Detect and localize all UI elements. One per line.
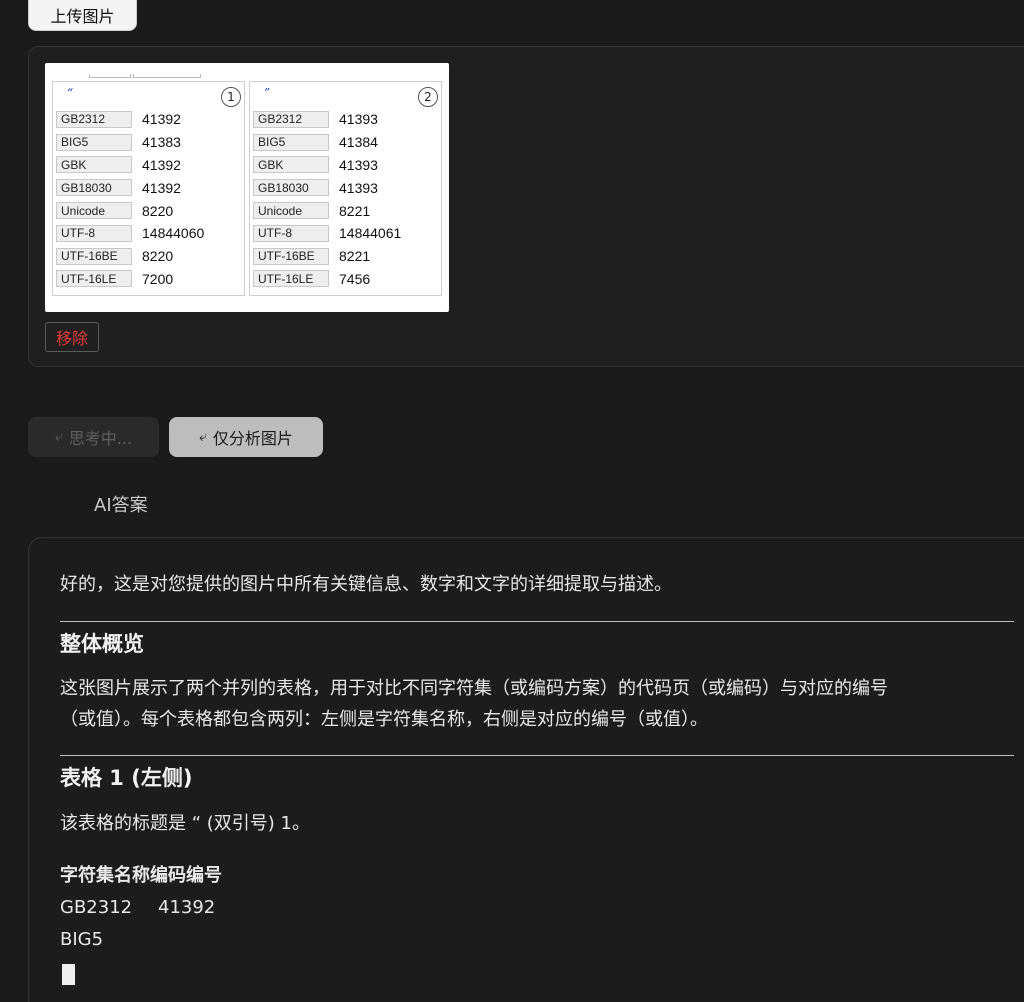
charset-value: 41392 (142, 179, 181, 196)
charset-value: 7456 (339, 270, 371, 287)
divider (60, 755, 1014, 756)
charset-value: 8221 (339, 248, 371, 265)
overview-line-2: （或值）。每个表格都包含两列：左侧是字符集名称，右侧是对应的编号（或值）。 (60, 709, 708, 730)
charset-value: 7200 (142, 270, 174, 287)
charset-value: 8220 (142, 202, 174, 219)
charset-name: UTF-16LE (253, 270, 329, 288)
charset-name: GBK (56, 156, 132, 174)
column-heading: 字符集名称编码编号 (60, 865, 222, 886)
image-preview-panel: “ 1 GB2312 41392 BIG5 41383 GBK 41392 GB180… (28, 46, 1024, 367)
table-row: UTF-16LE 7200 (53, 268, 244, 291)
spinner-icon: ⤶ (54, 429, 63, 445)
table-row: GB2312 41393 (250, 108, 441, 131)
table-row: GB2312 41392 (53, 108, 244, 131)
charset-name: GB2312 (253, 110, 329, 128)
table-row: GBK 41392 (53, 154, 244, 177)
table-row: UTF-8 14844060 (53, 222, 244, 245)
encoding-table-2: ” 2 GB2312 41393 BIG5 41384 GBK 41393 GB180… (249, 81, 442, 296)
typing-cursor (62, 964, 75, 985)
table-char: ” (264, 86, 271, 100)
table1-heading: 表格 1 (左侧) (60, 766, 193, 790)
table-row: Unicode 8221 (250, 199, 441, 222)
charset-name: BIG5 (56, 133, 132, 151)
charset-name: UTF-16BE (56, 247, 132, 265)
row-1-value: 41392 (158, 897, 216, 918)
table-row: GBK 41393 (250, 154, 441, 177)
charset-name: GB2312 (56, 110, 132, 128)
answer-intro: 好的，这是对您提供的图片中所有关键信息、数字和文字的详细提取与描述。 (60, 574, 672, 595)
charset-name: Unicode (56, 202, 132, 220)
table-row: BIG5 41384 (250, 131, 441, 154)
charset-name: BIG5 (253, 133, 329, 151)
charset-name: UTF-8 (253, 224, 329, 242)
divider (60, 621, 1014, 622)
overview-line-1: 这张图片展示了两个并列的表格，用于对比不同字符集（或编码方案）的代码页（或编码）… (60, 678, 888, 699)
charset-name: Unicode (253, 202, 329, 220)
table-row: UTF-16BE 8220 (53, 245, 244, 268)
table-char: “ (67, 86, 74, 100)
charset-value: 41392 (142, 156, 181, 173)
row-2-name: BIG5 (60, 929, 104, 950)
ai-answer-label: AI答案 (94, 495, 148, 516)
ai-answer-panel: 好的，这是对您提供的图片中所有关键信息、数字和文字的详细提取与描述。 整体概览 … (28, 537, 1024, 1002)
table-row: BIG5 41383 (53, 131, 244, 154)
analyze-label: 仅分析图片 (212, 429, 293, 448)
charset-value: 41393 (339, 179, 378, 196)
analyze-image-only-button[interactable]: ⤶ 仅分析图片 (169, 417, 323, 457)
spinner-icon: ⤶ (199, 429, 207, 445)
charset-name: GB18030 (253, 179, 329, 197)
charset-value: 41392 (142, 111, 181, 128)
encoding-table-1: “ 1 GB2312 41392 BIG5 41383 GBK 41392 GB180… (52, 81, 245, 296)
table1-title-text: 该表格的标题是 “ (双引号) 1。 (60, 813, 310, 834)
charset-value: 41393 (339, 156, 378, 173)
charset-value: 14844061 (339, 225, 402, 242)
charset-value: 41383 (142, 134, 181, 151)
table-row: UTF-16LE 7456 (250, 268, 441, 291)
charset-name: GBK (253, 156, 329, 174)
thumbnail-cropped-tabs (89, 63, 203, 78)
charset-name: UTF-8 (56, 224, 132, 242)
table-row: GB18030 41392 (53, 176, 244, 199)
table-row: Unicode 8220 (53, 199, 244, 222)
remove-image-button[interactable]: 移除 (45, 322, 99, 352)
uploaded-image-thumbnail: “ 1 GB2312 41392 BIG5 41383 GBK 41392 GB180… (45, 63, 449, 312)
charset-value: 8220 (142, 248, 174, 265)
charset-name: GB18030 (56, 179, 132, 197)
table-row: GB18030 41393 (250, 176, 441, 199)
charset-name: UTF-16BE (253, 247, 329, 265)
charset-value: 41393 (339, 111, 378, 128)
table-number-badge: 2 (418, 87, 438, 107)
charset-name: UTF-16LE (56, 270, 132, 288)
charset-value: 8221 (339, 202, 371, 219)
upload-image-button[interactable]: 上传图片 (28, 0, 137, 31)
thinking-label: 思考中... (68, 429, 133, 448)
table-number-badge: 1 (221, 87, 241, 107)
row-1-name: GB2312 (60, 897, 133, 918)
thinking-button: ⤶ 思考中... (28, 417, 159, 457)
overview-heading: 整体概览 (60, 632, 144, 656)
table-row: UTF-8 14844061 (250, 222, 441, 245)
charset-value: 41384 (339, 134, 378, 151)
charset-value: 14844060 (142, 225, 205, 242)
table-row: UTF-16BE 8221 (250, 245, 441, 268)
